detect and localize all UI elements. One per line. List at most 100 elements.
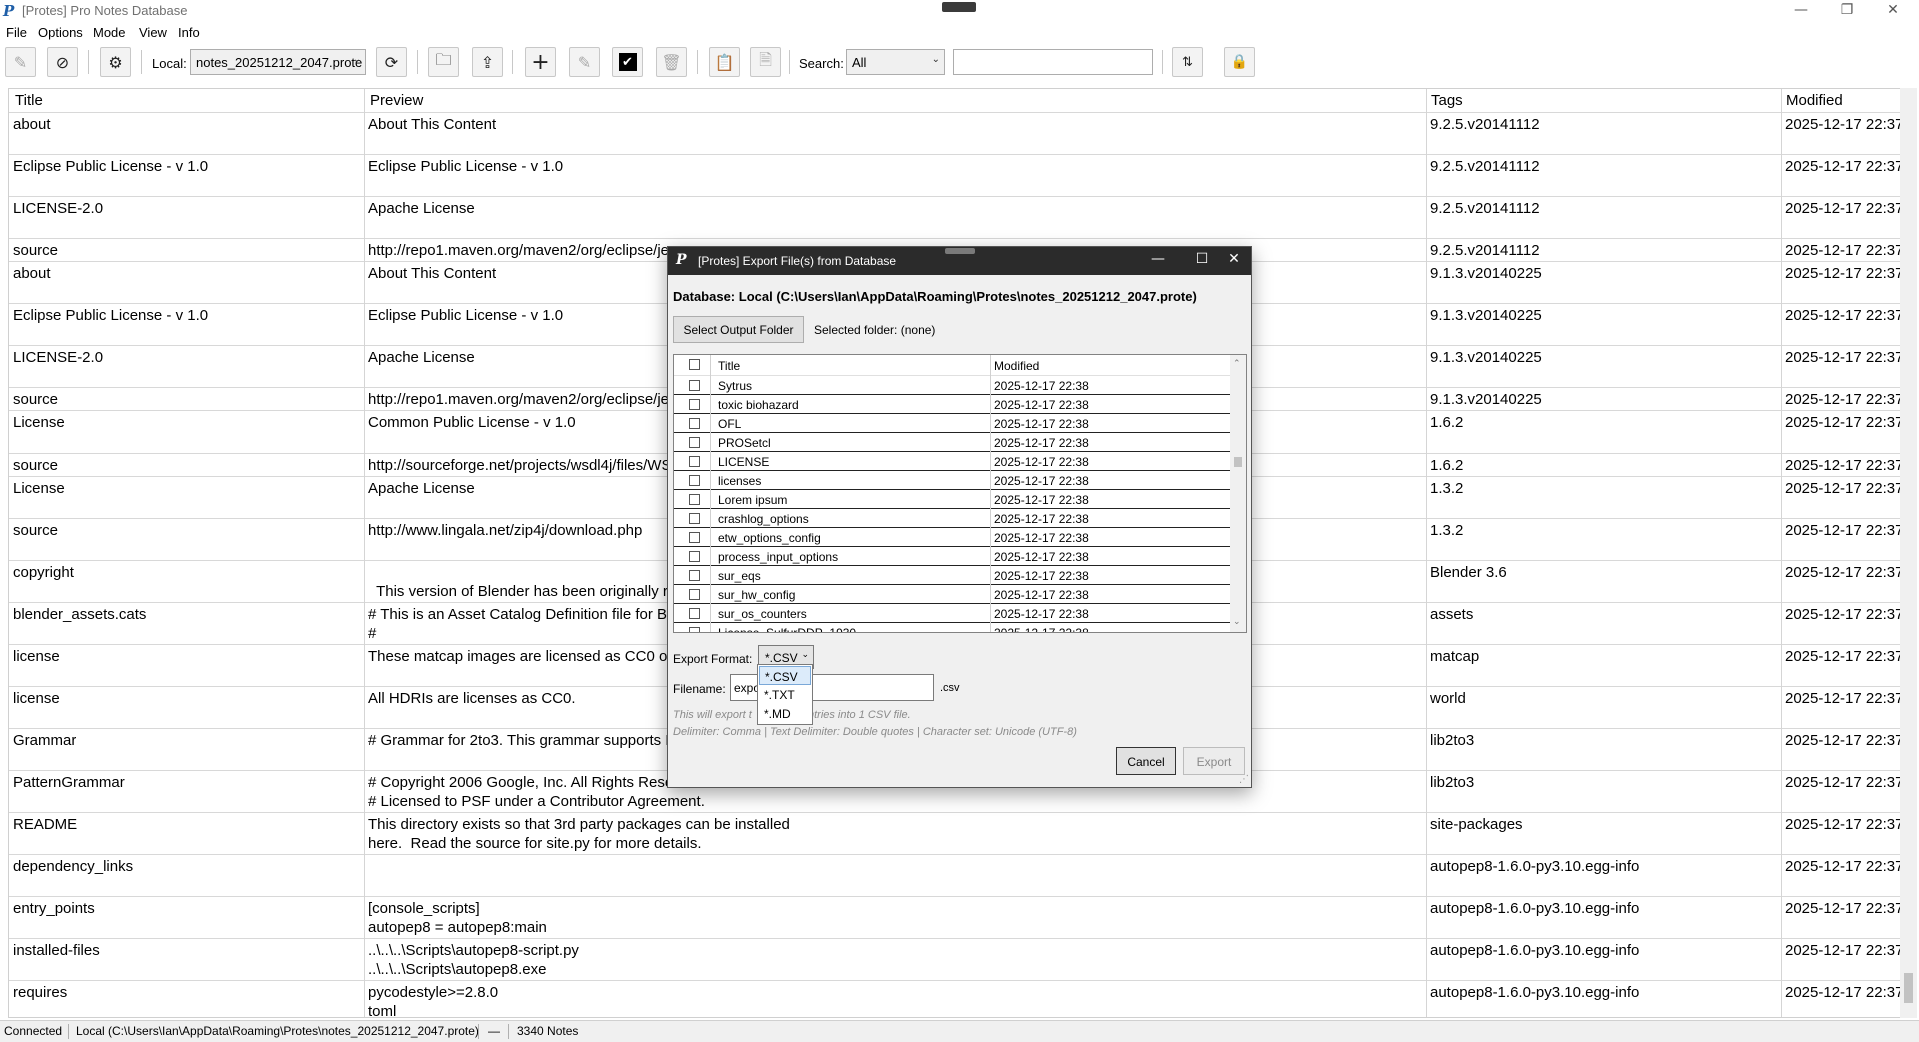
sort-button[interactable]: ⇅ bbox=[1172, 47, 1203, 77]
file-checkbox[interactable] bbox=[689, 418, 700, 429]
menu-info[interactable]: Info bbox=[178, 25, 200, 40]
table-row[interactable]: dependency_links autopep8-1.6.0-py3.10.eg… bbox=[9, 854, 1900, 897]
file-list-item[interactable]: toxic biohazard 2025-12-17 22:38 bbox=[674, 395, 1230, 414]
file-checkbox[interactable] bbox=[689, 380, 700, 391]
select-toggle-button[interactable]: ✔ bbox=[612, 47, 643, 77]
dialog-minimize-button[interactable]: — bbox=[1138, 251, 1178, 267]
menu-view[interactable]: View bbox=[139, 25, 167, 40]
local-label: Local: bbox=[152, 56, 187, 71]
toolbar-divider bbox=[88, 50, 89, 74]
import-button[interactable]: ⇪ bbox=[472, 47, 503, 77]
select-all-checkbox[interactable] bbox=[689, 359, 700, 370]
table-row[interactable]: README This directory exists so that 3rd … bbox=[9, 812, 1900, 855]
file-list-item[interactable]: licenses 2025-12-17 22:38 bbox=[674, 471, 1230, 490]
file-list-item[interactable]: sur_hw_config 2025-12-17 22:38 bbox=[674, 585, 1230, 604]
file-checkbox[interactable] bbox=[689, 437, 700, 448]
column-header-tags[interactable]: Tags bbox=[1431, 92, 1463, 109]
file-checkbox[interactable] bbox=[689, 627, 700, 632]
table-scrollbar[interactable] bbox=[1900, 88, 1917, 1018]
cancel-button[interactable]: Cancel bbox=[1116, 747, 1176, 775]
dialog-drag-handle[interactable] bbox=[945, 248, 975, 254]
file-title: Lorem ipsum bbox=[718, 493, 788, 507]
dialog-close-button[interactable]: ✕ bbox=[1214, 251, 1254, 267]
open-folder-button[interactable]: 🗀 bbox=[428, 47, 459, 77]
file-checkbox[interactable] bbox=[689, 589, 700, 600]
edit-note-button[interactable]: ✎ bbox=[569, 47, 600, 77]
table-row[interactable]: LICENSE-2.0 Apache License 9.2.5.v20141112… bbox=[9, 196, 1900, 239]
menu-options[interactable]: Options bbox=[38, 25, 83, 40]
file-list-scrollbar[interactable]: ⌃ ⌄ bbox=[1230, 355, 1246, 632]
file-list-item[interactable]: Lorem ipsum 2025-12-17 22:38 bbox=[674, 490, 1230, 509]
dialog-title-bar[interactable]: P [Protes] Export File(s) from Database … bbox=[668, 247, 1251, 275]
file-list-item[interactable]: LICENSE 2025-12-17 22:38 bbox=[674, 452, 1230, 471]
table-row[interactable]: requires pycodestyle>=2.8.0 toml autopep8-… bbox=[9, 980, 1900, 1017]
file-checkbox[interactable] bbox=[689, 513, 700, 524]
toolbar-divider bbox=[141, 50, 142, 74]
checkbox-icon: ✔ bbox=[618, 53, 637, 71]
minimize-button[interactable]: — bbox=[1778, 0, 1824, 22]
document-button[interactable]: 🗎 bbox=[750, 47, 781, 77]
file-title: OFL bbox=[718, 417, 742, 431]
refresh-button[interactable]: ⟳ bbox=[376, 47, 407, 77]
format-option-md[interactable]: *.MD bbox=[759, 704, 811, 723]
file-list-item[interactable]: sur_eqs 2025-12-17 22:38 bbox=[674, 566, 1230, 585]
scrollbar-thumb[interactable] bbox=[1904, 973, 1913, 1003]
file-list-header-modified[interactable]: Modified bbox=[994, 359, 1039, 373]
file-checkbox[interactable] bbox=[689, 399, 700, 410]
file-checkbox[interactable] bbox=[689, 608, 700, 619]
menu-mode[interactable]: Mode bbox=[93, 25, 126, 40]
file-checkbox[interactable] bbox=[689, 570, 700, 581]
format-option-txt[interactable]: *.TXT bbox=[759, 685, 811, 704]
file-checkbox[interactable] bbox=[689, 456, 700, 467]
copy-button[interactable]: 📋 bbox=[709, 47, 740, 77]
column-header-preview[interactable]: Preview bbox=[370, 92, 423, 109]
title-drag-handle[interactable] bbox=[942, 2, 976, 12]
scroll-down-icon[interactable]: ⌄ bbox=[1233, 617, 1241, 627]
restore-button[interactable]: ❐ bbox=[1824, 0, 1870, 22]
file-list-item[interactable]: etw_options_config 2025-12-17 22:38 bbox=[674, 528, 1230, 547]
settings-button[interactable]: ⚙ bbox=[100, 47, 131, 77]
resize-grip-icon[interactable]: ⋰ bbox=[1239, 774, 1249, 785]
format-option-csv[interactable]: *.CSV bbox=[759, 666, 811, 685]
file-list-item[interactable]: PROSetcl 2025-12-17 22:38 bbox=[674, 433, 1230, 452]
search-scope-select[interactable]: All ⌄ bbox=[846, 49, 945, 75]
table-row[interactable]: entry_points [console_scripts] autopep8 =… bbox=[9, 896, 1900, 939]
cancel-button[interactable]: ⊘ bbox=[47, 47, 78, 77]
filename-label: Filename: bbox=[673, 682, 726, 696]
cell-tags: site-packages bbox=[1430, 816, 1523, 833]
close-button[interactable]: ✕ bbox=[1870, 0, 1916, 22]
table-row[interactable]: installed-files ..\..\..\Scripts\autopep8… bbox=[9, 938, 1900, 981]
cell-tags: 9.1.3.v20140225 bbox=[1430, 265, 1542, 282]
file-modified: 2025-12-17 22:38 bbox=[994, 550, 1089, 564]
file-checkbox[interactable] bbox=[689, 551, 700, 562]
scroll-up-icon[interactable]: ⌃ bbox=[1233, 359, 1241, 369]
file-list-item[interactable]: Sytrus 2025-12-17 22:38 bbox=[674, 376, 1230, 395]
cell-preview: http://repo1.maven.org/maven2/org/eclips… bbox=[368, 242, 670, 259]
file-checkbox[interactable] bbox=[689, 475, 700, 486]
filename-extension: .csv bbox=[940, 682, 960, 694]
column-header-title[interactable]: Title bbox=[15, 92, 43, 109]
table-row[interactable]: Eclipse Public License - v 1.0 Eclipse Pu… bbox=[9, 154, 1900, 197]
table-row[interactable]: about About This Content 9.2.5.v20141112 20… bbox=[9, 112, 1900, 155]
file-list-item[interactable]: crashlog_options 2025-12-17 22:38 bbox=[674, 509, 1230, 528]
delete-button[interactable]: 🗑 bbox=[656, 47, 687, 77]
select-output-folder-button[interactable]: Select Output Folder bbox=[673, 316, 804, 343]
file-list-header-title[interactable]: Title bbox=[718, 359, 740, 373]
scrollbar-thumb[interactable] bbox=[1234, 457, 1242, 467]
file-list-item[interactable]: sur_os_counters 2025-12-17 22:38 bbox=[674, 604, 1230, 623]
column-header-modified[interactable]: Modified bbox=[1786, 92, 1843, 109]
export-button[interactable]: Export bbox=[1183, 747, 1245, 775]
database-select[interactable]: notes_20251212_2047.prote ⌄ bbox=[190, 49, 366, 75]
menu-file[interactable]: File bbox=[6, 25, 27, 40]
add-note-button[interactable]: + bbox=[525, 47, 556, 77]
file-checkbox[interactable] bbox=[689, 494, 700, 505]
lock-button[interactable]: 🔒 bbox=[1224, 47, 1255, 77]
edit-pen-button[interactable]: ✎ bbox=[5, 47, 36, 77]
file-list-item[interactable]: OFL 2025-12-17 22:38 bbox=[674, 414, 1230, 433]
cell-tags: autopep8-1.6.0-py3.10.egg-info bbox=[1430, 858, 1640, 875]
file-list-item[interactable]: process_input_options 2025-12-17 22:38 bbox=[674, 547, 1230, 566]
file-checkbox[interactable] bbox=[689, 532, 700, 543]
file-list-item[interactable]: License_SulfurDDP_1930 2025-12-17 22:38 bbox=[674, 623, 1230, 632]
search-input[interactable] bbox=[953, 49, 1153, 75]
note-count: 3340 Notes bbox=[517, 1024, 579, 1038]
